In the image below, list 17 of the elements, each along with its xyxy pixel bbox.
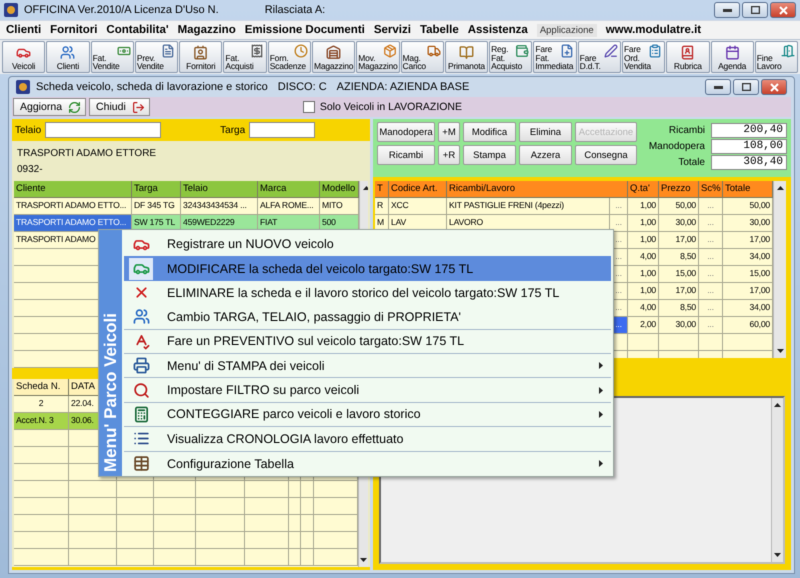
license-holder-label: Rilasciata A:	[264, 4, 326, 16]
customer-code: 0932-	[17, 164, 44, 174]
total-label: Manodopera	[648, 140, 705, 152]
total-value: 308,40	[711, 154, 787, 170]
total-value: 200,40	[711, 122, 787, 138]
field-label: Targa	[220, 124, 246, 136]
total-label: Ricambi	[668, 124, 705, 136]
checkbox-label: Solo Veicoli in LAVORAZIONE	[320, 101, 462, 113]
window-title: Scheda veicolo, scheda di lavorazione e storico	[36, 81, 268, 93]
total-value: 108,00	[711, 138, 787, 154]
disk-label: DISCO: C	[278, 81, 327, 93]
application-label: Applicazione	[536, 24, 597, 36]
company-label: AZIENDA: AZIENDA BASE	[336, 81, 470, 93]
customer-name: TRASPORTI ADAMO ETTORE	[17, 148, 158, 158]
total-label: Totale	[677, 156, 705, 168]
window-title: OFFICINA Ver.2010/A Licenza D'Uso N.	[24, 4, 219, 16]
field-label: Telaio	[15, 124, 42, 136]
